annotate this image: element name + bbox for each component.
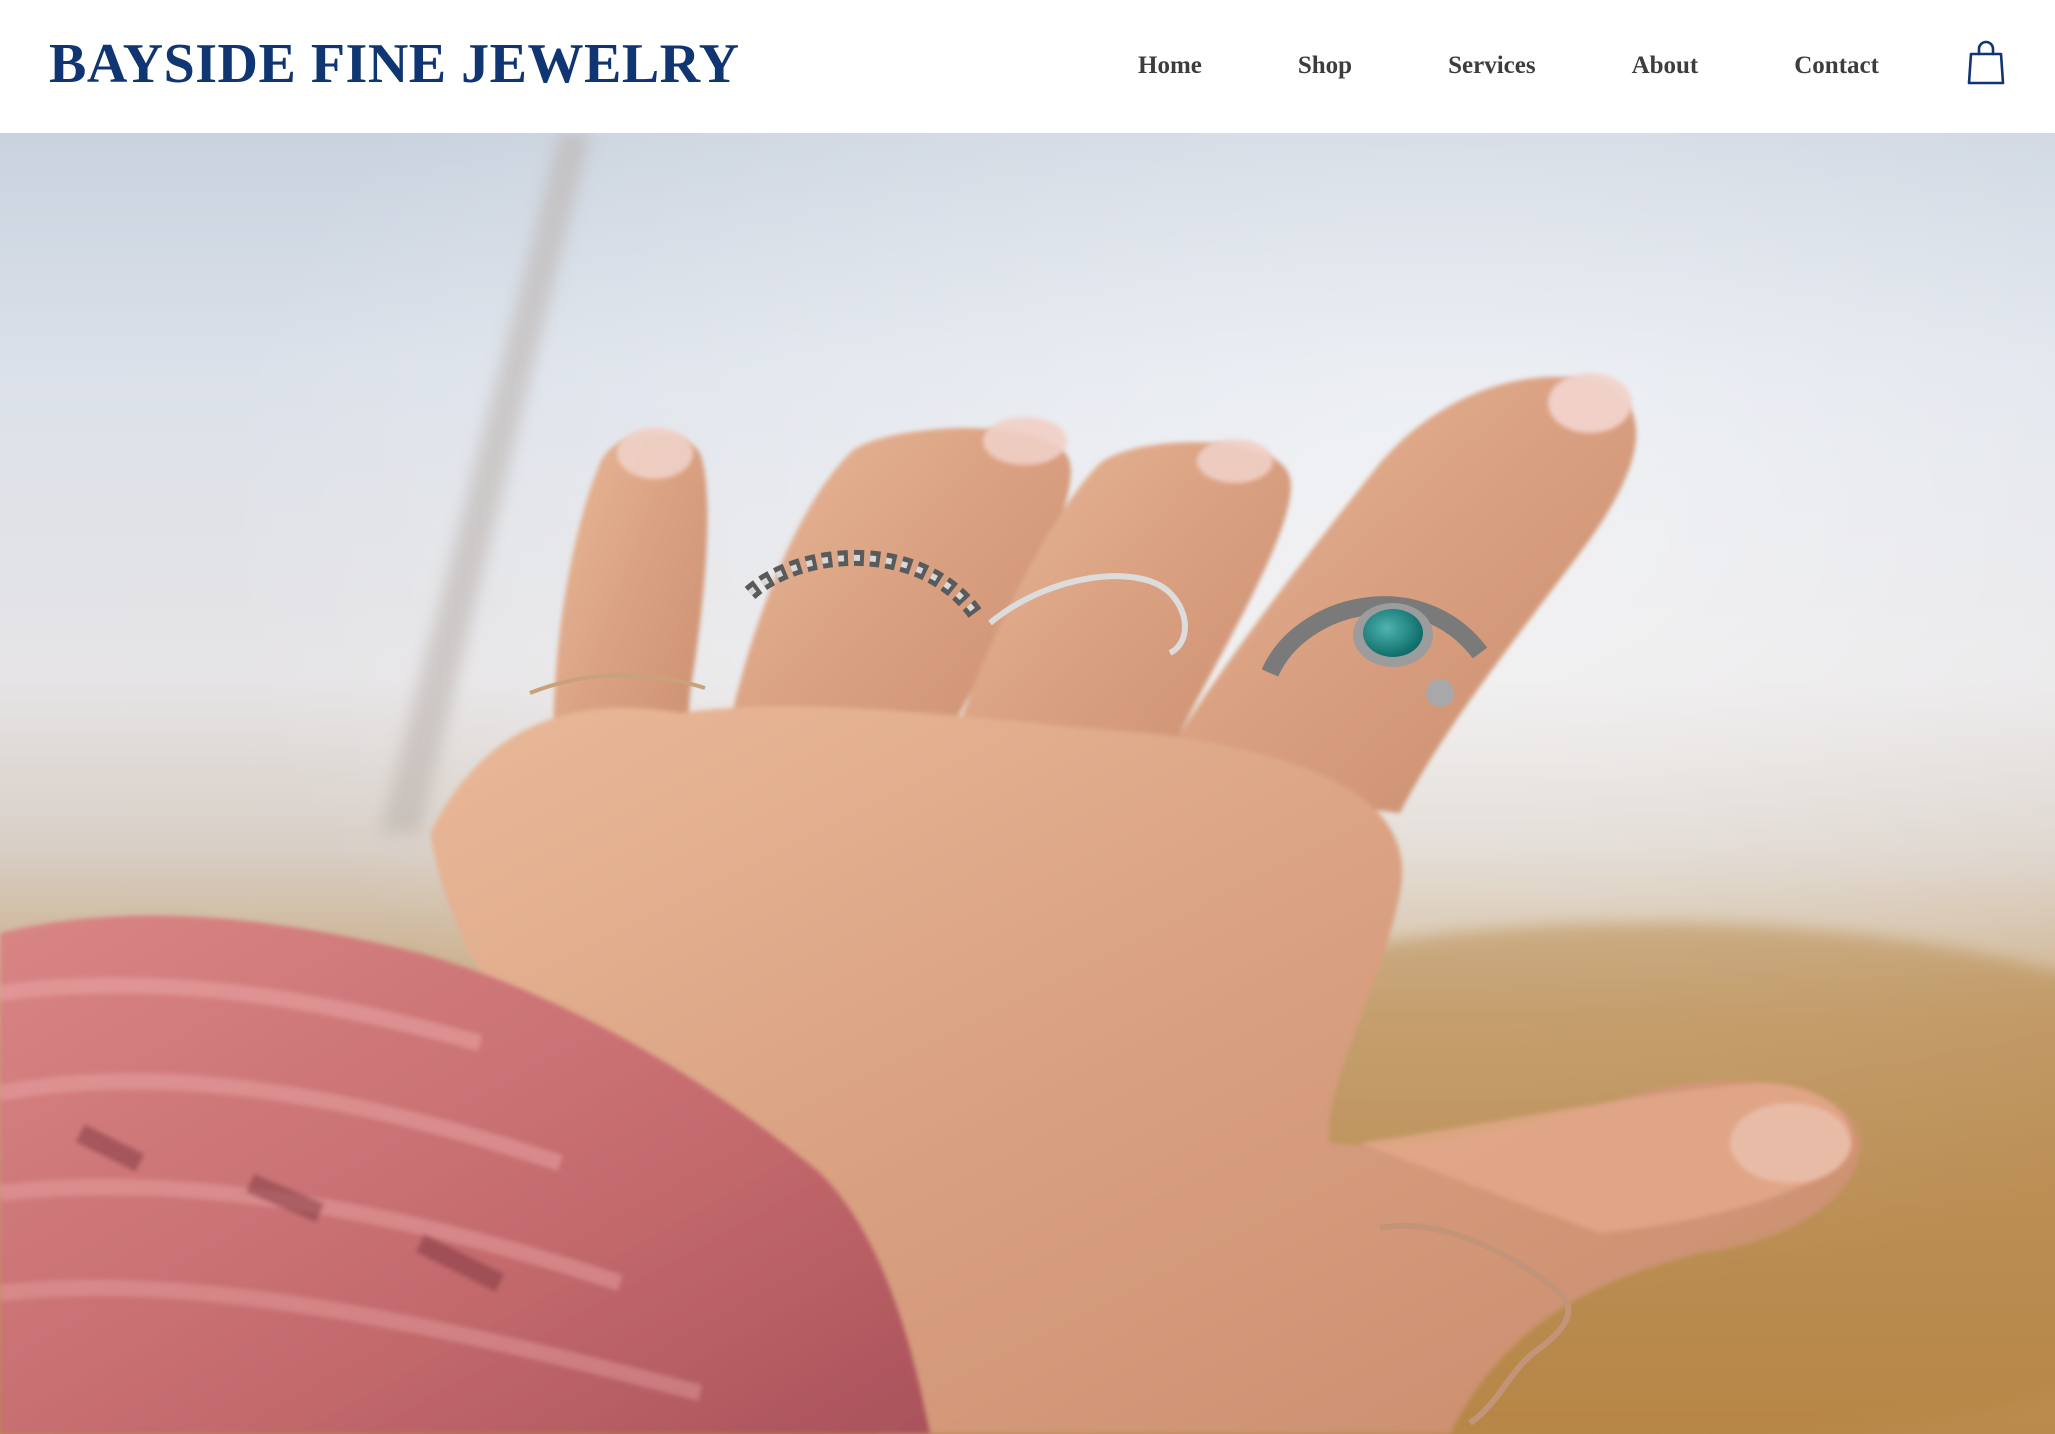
nav-home-link[interactable]: Home	[1138, 46, 1202, 86]
main-nav: Home Shop Services About Contact	[1110, 46, 1879, 86]
hero-image	[0, 133, 2055, 1434]
nav-contact-link[interactable]: Contact	[1794, 46, 1879, 86]
cart-button[interactable]	[1966, 40, 2006, 86]
site-header: BAYSIDE FINE JEWELRY Home Shop Services …	[0, 0, 2055, 133]
shopping-bag-icon	[1967, 40, 2005, 85]
nav-services-link[interactable]: Services	[1448, 46, 1535, 86]
brand-logo[interactable]: BAYSIDE FINE JEWELRY	[49, 28, 740, 100]
nav-shop-link[interactable]: Shop	[1298, 46, 1352, 86]
nav-about-link[interactable]: About	[1632, 46, 1699, 86]
hero-banner	[0, 133, 2055, 1434]
